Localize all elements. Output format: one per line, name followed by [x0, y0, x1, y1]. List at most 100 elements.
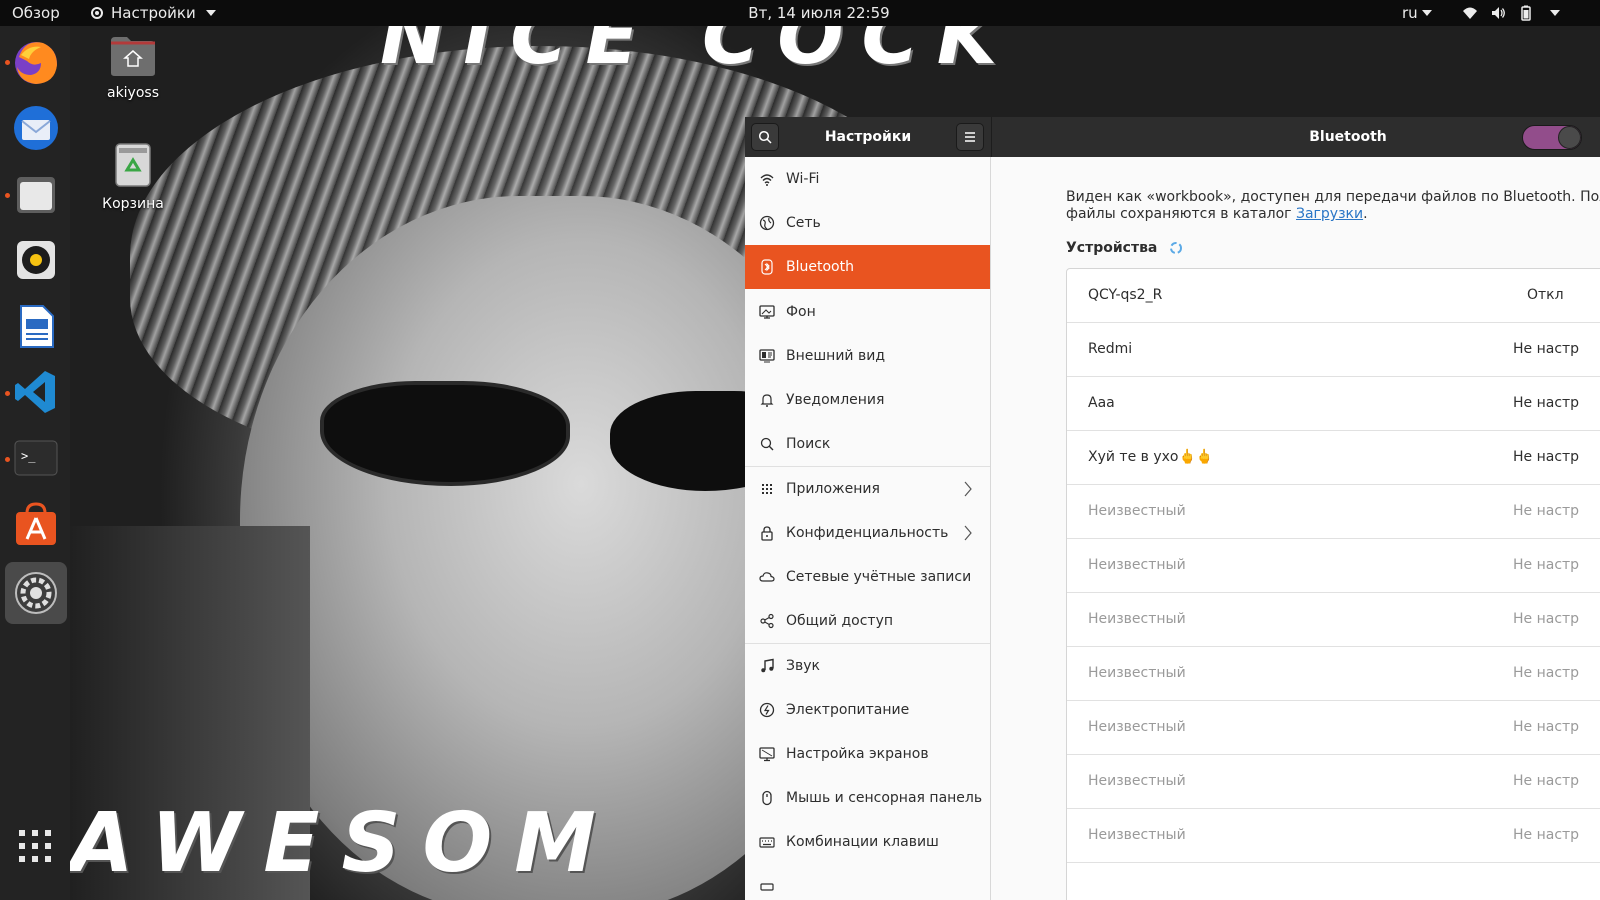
sidebar-item-label: Внешний вид [786, 348, 886, 364]
device-row[interactable]: Неизвестный Не настр [1067, 647, 1600, 701]
sidebar-item-power[interactable]: Электропитание [745, 688, 990, 732]
language-indicator[interactable]: ru [1402, 0, 1432, 26]
files-icon[interactable] [5, 163, 67, 225]
device-status: Не настр [1513, 557, 1580, 573]
cloud-icon [759, 569, 775, 585]
bluetooth-toggle[interactable] [1522, 125, 1582, 150]
device-name: Aaa [1088, 395, 1115, 411]
sidebar-item-background[interactable]: Фон [745, 290, 990, 334]
terminal-icon[interactable]: >_ [5, 427, 67, 489]
visibility-info: Виден как «workbook», доступен для перед… [1066, 189, 1600, 223]
sidebar-item-search[interactable]: Поиск [745, 422, 990, 466]
libreoffice-writer-icon[interactable] [5, 295, 67, 357]
downloads-link[interactable]: Загрузки [1296, 206, 1363, 222]
rhythmbox-icon[interactable] [5, 229, 67, 291]
bell-icon [759, 392, 775, 408]
device-row[interactable]: Неизвестный Не настр [1067, 755, 1600, 809]
chevron-down-icon [1421, 10, 1432, 16]
display-icon [759, 746, 775, 762]
trash-icon [78, 140, 188, 192]
desktop-home-folder[interactable]: akiyoss [78, 35, 188, 101]
device-status: Не настр [1513, 611, 1580, 627]
sidebar-item-displays[interactable]: Настройка экранов [745, 732, 990, 776]
sidebar-item-label: Конфиденциальность [786, 525, 949, 541]
device-name: Неизвестный [1088, 503, 1186, 519]
printer-icon [759, 878, 775, 894]
sidebar-item-online-accounts[interactable]: Сетевые учётные записи [745, 555, 990, 599]
keyboard-icon [759, 834, 775, 850]
network-icon [759, 215, 775, 231]
appearance-icon [759, 348, 775, 364]
music-note-icon [759, 658, 775, 674]
device-row[interactable]: Неизвестный Не настр [1067, 485, 1600, 539]
sidebar-item-mouse-touchpad[interactable]: Мышь и сенсорная панель [745, 776, 990, 820]
device-name: Неизвестный [1088, 665, 1186, 681]
svg-text:>_: >_ [21, 449, 36, 463]
dock: >_ [0, 26, 70, 900]
sidebar-item-appearance[interactable]: Внешний вид [745, 334, 990, 378]
system-tray[interactable] [1462, 0, 1560, 26]
settings-sidebar: Wi-Fi Сеть Bluetooth Фон Внешний вид Уве… [745, 157, 991, 900]
device-name: QCY-qs2_R [1088, 287, 1163, 303]
firefox-icon[interactable] [5, 31, 67, 93]
devices-heading-label: Устройства [1066, 240, 1158, 256]
desktop-home-label: akiyoss [106, 85, 159, 101]
device-row[interactable]: Неизвестный Не настр [1067, 809, 1600, 863]
vscode-icon[interactable] [5, 361, 67, 423]
hamburger-menu-icon [965, 132, 975, 142]
ubuntu-software-icon[interactable] [5, 493, 67, 555]
sidebar-item-privacy[interactable]: Конфиденциальность [745, 511, 990, 555]
device-name: Неизвестный [1088, 827, 1186, 843]
device-status: Не настр [1513, 503, 1580, 519]
main-menu-button[interactable] [956, 123, 984, 151]
device-list: QCY-qs2_R Откл Redmi Не настр Aaa Не настр … [1066, 268, 1600, 900]
share-icon [759, 613, 775, 629]
device-row[interactable]: QCY-qs2_R Откл [1067, 269, 1600, 323]
background-icon [759, 304, 775, 320]
sidebar-item-wifi[interactable]: Wi-Fi [745, 157, 990, 201]
device-row[interactable]: Redmi Не настр [1067, 323, 1600, 377]
sidebar-item-bluetooth[interactable]: Bluetooth [745, 245, 990, 289]
wifi-icon [1463, 7, 1477, 19]
home-folder-icon [78, 35, 188, 81]
clock[interactable]: Вт, 14 июля 22:59 [0, 0, 1600, 26]
device-status: Не настр [1513, 773, 1580, 789]
sidebar-item-label: Мышь и сенсорная панель [786, 790, 983, 806]
thunderbird-icon[interactable] [5, 97, 67, 159]
device-row[interactable]: Неизвестный Не настр [1067, 539, 1600, 593]
device-row[interactable]: Неизвестный Не настр [1067, 593, 1600, 647]
device-row[interactable]: Хуй те в ухо🖕🖕 Не настр [1067, 431, 1600, 485]
desktop-trash-label: Корзина [102, 196, 164, 212]
chevron-right-icon [964, 481, 972, 497]
desktop-trash[interactable]: Корзина [78, 140, 188, 212]
sidebar-item-more[interactable] [745, 864, 990, 900]
battery-icon [1521, 5, 1531, 21]
settings-window: Настройки Bluetooth Wi-Fi Сеть Bluetooth… [745, 117, 1600, 900]
device-name: Неизвестный [1088, 557, 1186, 573]
device-status: Не настр [1513, 341, 1580, 357]
info-text: файлы сохраняются в каталог [1066, 206, 1296, 222]
chevron-down-icon [1550, 10, 1560, 16]
sidebar-item-notifications[interactable]: Уведомления [745, 378, 990, 422]
sidebar-item-label: Bluetooth [786, 259, 854, 275]
sidebar-item-network[interactable]: Сеть [745, 201, 990, 245]
sidebar-item-sound[interactable]: Звук [745, 644, 990, 688]
lock-icon [759, 525, 775, 541]
sidebar-item-applications[interactable]: Приложения [745, 467, 990, 511]
page-title: Bluetooth [1309, 129, 1387, 145]
mouse-icon [759, 790, 775, 806]
device-name: Неизвестный [1088, 611, 1186, 627]
settings-icon[interactable] [5, 562, 67, 624]
bluetooth-panel: Виден как «workbook», доступен для перед… [991, 157, 1600, 900]
spinner-icon [1170, 242, 1183, 254]
sidebar-item-sharing[interactable]: Общий доступ [745, 599, 990, 643]
show-applications-icon[interactable] [19, 830, 51, 862]
device-row[interactable]: Aaa Не настр [1067, 377, 1600, 431]
top-bar: Обзор Настройки Вт, 14 июля 22:59 ru [0, 0, 1600, 26]
sidebar-item-label: Сеть [786, 215, 821, 231]
apps-grid-icon [759, 481, 775, 497]
sidebar-item-keyboard-shortcuts[interactable]: Комбинации клавиш [745, 820, 990, 864]
device-row[interactable]: Неизвестный Не настр [1067, 701, 1600, 755]
sidebar-item-label: Звук [786, 658, 820, 674]
volume-icon [1492, 7, 1505, 19]
